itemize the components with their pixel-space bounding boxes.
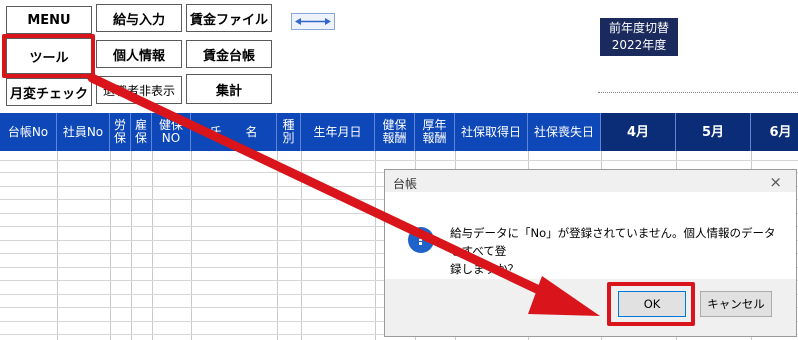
red-arrow-annotation — [87, 73, 600, 316]
arrow-head — [528, 276, 600, 316]
arrow-shaft — [87, 73, 565, 305]
